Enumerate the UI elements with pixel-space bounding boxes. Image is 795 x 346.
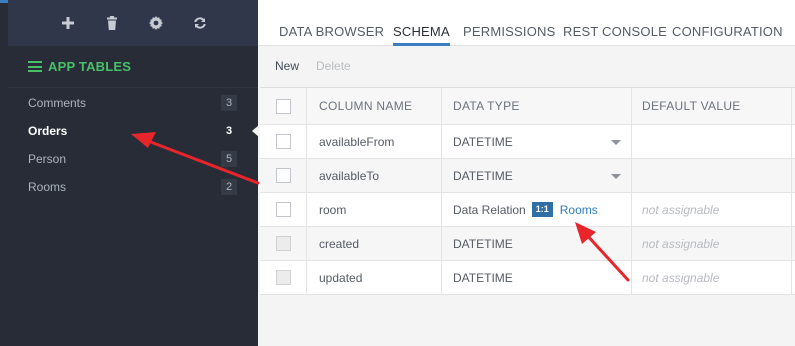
app-tables-header: APP TABLES bbox=[8, 46, 258, 88]
table-row[interactable]: room Data Relation 1:1 Rooms not assigna… bbox=[260, 193, 795, 227]
tabs-bar: DATA BROWSER SCHEMA PERMISSIONS REST CON… bbox=[258, 0, 795, 46]
trash-icon[interactable] bbox=[100, 11, 124, 35]
new-button[interactable]: New bbox=[275, 59, 299, 73]
table-row[interactable]: updated DATETIME not assignable bbox=[260, 261, 795, 295]
data-type-value: DATETIME bbox=[453, 236, 513, 251]
relation-target-link[interactable]: Rooms bbox=[560, 203, 598, 217]
chevron-down-icon[interactable] bbox=[611, 140, 621, 145]
default-value-cell: not assignable bbox=[632, 193, 792, 226]
default-value-header[interactable]: DEFAULT VALUE bbox=[632, 88, 792, 124]
sidebar-item-orders[interactable]: Orders 3 bbox=[8, 117, 259, 145]
select-all-checkbox[interactable] bbox=[275, 98, 291, 114]
sidebar-item-rooms[interactable]: Rooms 2 bbox=[8, 173, 258, 201]
tab-permissions[interactable]: PERMISSIONS bbox=[463, 24, 556, 39]
sidebar-item-count: 3 bbox=[221, 123, 237, 139]
data-type-cell[interactable]: Data Relation 1:1 Rooms bbox=[442, 193, 632, 226]
data-type-cell: DATETIME bbox=[442, 227, 632, 260]
main-panel: DATA BROWSER SCHEMA PERMISSIONS REST CON… bbox=[258, 0, 795, 346]
tab-rest-console[interactable]: REST CONSOLE bbox=[563, 24, 667, 39]
row-checkbox[interactable] bbox=[275, 168, 291, 183]
table-list: Comments 3 Orders 3 Person 5 Rooms 2 bbox=[8, 89, 259, 201]
default-value-cell: not assignable bbox=[632, 261, 792, 294]
default-value-cell[interactable] bbox=[632, 125, 792, 158]
sidebar-item-label: Comments bbox=[28, 96, 87, 110]
delete-button: Delete bbox=[316, 59, 351, 73]
data-type-value: DATETIME bbox=[453, 134, 513, 149]
relation-cardinality-badge: 1:1 bbox=[531, 202, 553, 217]
row-checkbox bbox=[275, 270, 291, 285]
table-list-icon bbox=[28, 61, 42, 72]
table-row[interactable]: availableTo DATETIME bbox=[260, 159, 795, 193]
gear-icon[interactable] bbox=[144, 11, 168, 35]
column-name-cell[interactable]: availableTo bbox=[307, 159, 442, 192]
not-assignable-text: not assignable bbox=[642, 270, 720, 285]
chevron-down-icon[interactable] bbox=[611, 174, 621, 179]
action-bar: New Delete bbox=[258, 46, 795, 86]
data-type-cell[interactable]: DATETIME bbox=[442, 159, 632, 192]
sidebar-item-label: Orders bbox=[28, 124, 68, 138]
sidebar: APP TABLES Comments 3 Orders 3 Person 5 … bbox=[0, 0, 259, 346]
sidebar-item-count: 2 bbox=[221, 179, 237, 195]
schema-grid: COLUMN NAME DATA TYPE DEFAULT VALUE avai… bbox=[260, 87, 795, 295]
column-name-header[interactable]: COLUMN NAME bbox=[307, 88, 442, 124]
table-row[interactable]: availableFrom DATETIME bbox=[260, 125, 795, 159]
not-assignable-text: not assignable bbox=[642, 236, 720, 251]
row-checkbox bbox=[275, 236, 291, 251]
column-name-cell[interactable]: availableFrom bbox=[307, 125, 442, 158]
table-row[interactable]: created DATETIME not assignable bbox=[260, 227, 795, 261]
tab-configuration[interactable]: CONFIGURATION bbox=[672, 24, 783, 39]
column-name-cell[interactable]: room bbox=[307, 193, 442, 226]
plus-icon[interactable] bbox=[56, 11, 80, 35]
grid-header-row: COLUMN NAME DATA TYPE DEFAULT VALUE bbox=[260, 88, 795, 125]
data-type-header[interactable]: DATA TYPE bbox=[442, 88, 632, 124]
sidebar-item-comments[interactable]: Comments 3 bbox=[8, 89, 258, 117]
default-value-cell: not assignable bbox=[632, 227, 792, 260]
sidebar-item-label: Person bbox=[28, 152, 67, 166]
row-checkbox[interactable] bbox=[275, 134, 291, 149]
data-type-value: Data Relation bbox=[453, 202, 526, 217]
not-assignable-text: not assignable bbox=[642, 202, 720, 217]
default-value-cell[interactable] bbox=[632, 159, 792, 192]
data-type-value: DATETIME bbox=[453, 270, 513, 285]
data-type-cell: DATETIME bbox=[442, 261, 632, 294]
sidebar-item-label: Rooms bbox=[28, 180, 67, 194]
app-tables-title: APP TABLES bbox=[48, 59, 132, 74]
column-name-cell: created bbox=[307, 227, 442, 260]
sidebar-item-person[interactable]: Person 5 bbox=[8, 145, 258, 173]
tab-schema[interactable]: SCHEMA bbox=[393, 24, 450, 46]
tab-data-browser[interactable]: DATA BROWSER bbox=[279, 24, 384, 39]
refresh-icon[interactable] bbox=[188, 11, 212, 35]
column-name-cell: updated bbox=[307, 261, 442, 294]
sidebar-item-count: 3 bbox=[221, 95, 237, 111]
sidebar-item-count: 5 bbox=[221, 151, 237, 167]
data-type-value: DATETIME bbox=[453, 168, 513, 183]
row-checkbox[interactable] bbox=[275, 202, 291, 217]
sidebar-toolbar bbox=[8, 0, 258, 46]
data-type-cell[interactable]: DATETIME bbox=[442, 125, 632, 158]
